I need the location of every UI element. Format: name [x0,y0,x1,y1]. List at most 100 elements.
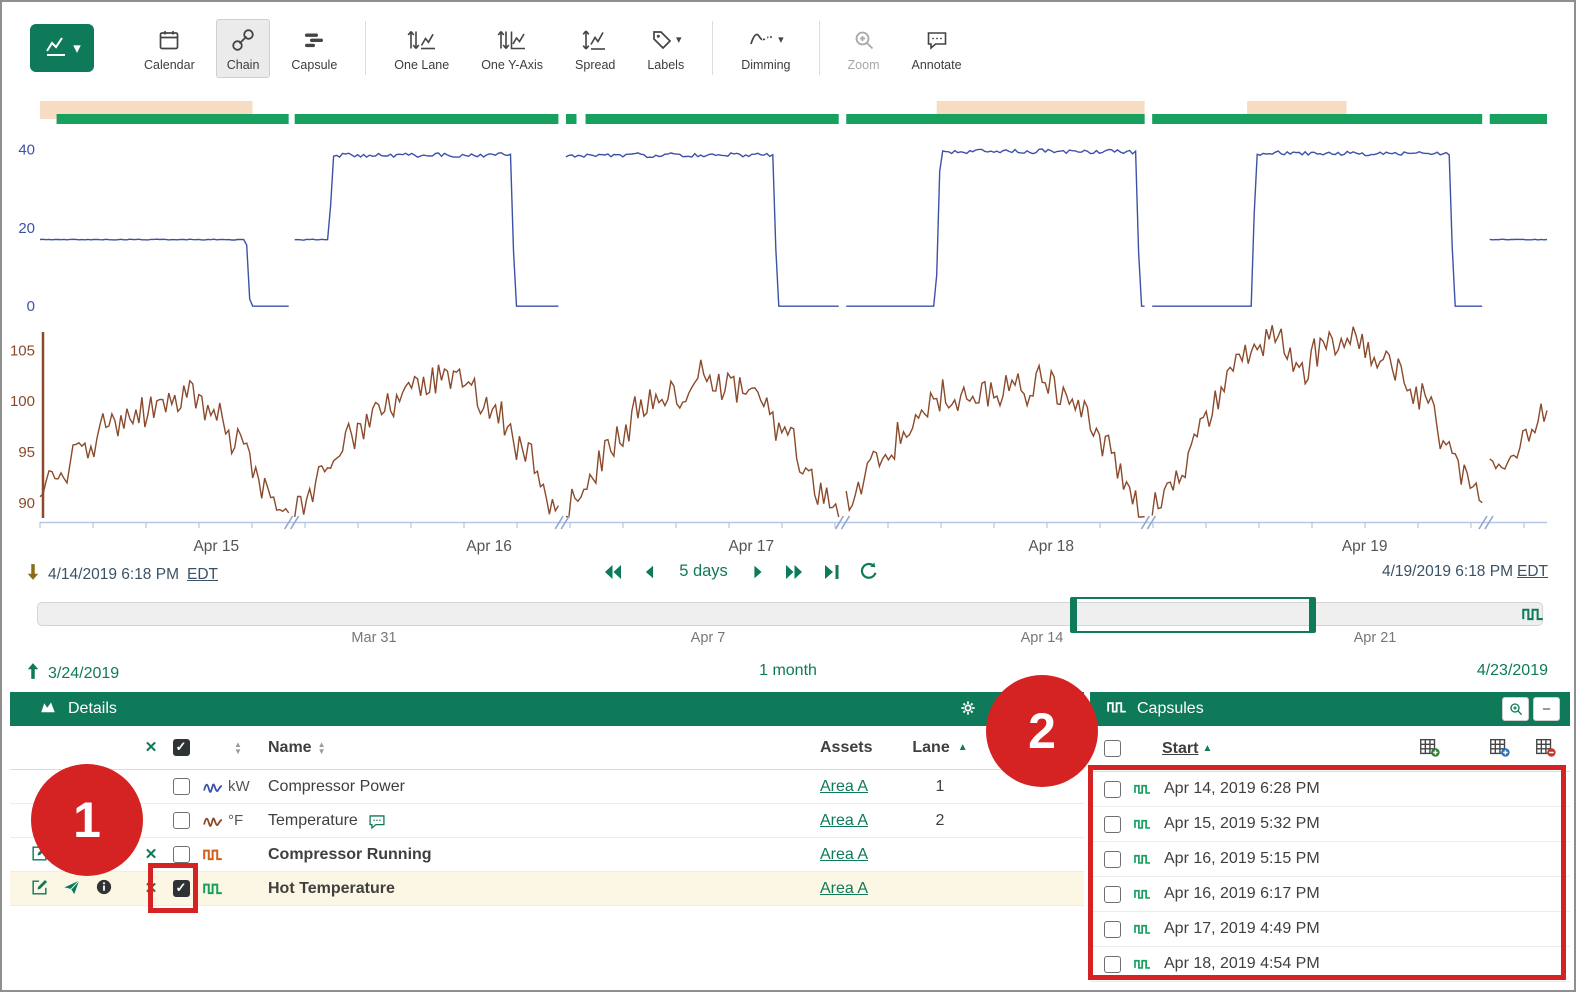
sort-both-icon: ▲▼ [234,741,242,755]
capsule-checkbox[interactable] [1090,781,1134,798]
row-checkbox[interactable] [164,812,198,829]
toolbar-spread-button[interactable]: Spread [564,19,626,78]
capsule-time-icon [302,27,326,53]
toolbar-annotate-button[interactable]: Annotate [901,19,973,78]
display-range-selector-handle[interactable] [1070,597,1316,633]
one-lane-icon [406,27,438,53]
overview-capsule-toggle-button[interactable] [1520,602,1546,626]
capsule-checkbox[interactable] [1090,886,1134,903]
display-range-duration[interactable]: 5 days [679,562,728,581]
step-back-half-button[interactable] [640,562,658,582]
capsule-icon [1134,957,1164,971]
sort-asc-icon: ▲ [1202,743,1212,754]
row-checkbox[interactable] [164,778,198,795]
item-name-with-annotation[interactable]: Temperature [268,812,820,830]
capsule-start-time: Apr 17, 2019 4:49 PM [1164,920,1570,938]
labels-tag-icon: ▾ [650,27,682,53]
capsule-row[interactable]: Apr 14, 2019 6:28 PM [1090,772,1570,807]
capsule-checkbox[interactable] [1090,956,1134,973]
overview-track[interactable] [37,602,1543,626]
seeq-workbench: ▾ Calendar Chain Capsule One Lane [0,0,1576,992]
toolbar-one-y-axis-button[interactable]: One Y-Axis [470,19,554,78]
capsule-row[interactable]: Apr 16, 2019 6:17 PM [1090,877,1570,912]
asset-link[interactable]: Area A [820,812,868,830]
item-name[interactable]: Compressor Running [268,846,820,864]
start-column-header[interactable]: Start [1162,740,1198,758]
capsules-zoom-button[interactable] [1502,697,1529,721]
sort-uom-header[interactable]: ▲▼ [228,741,268,755]
trend-chart-svg: 020409095100105Apr 15Apr 16Apr 17Apr 18A… [2,94,1576,556]
toolbar-chain-button[interactable]: Chain [216,19,271,78]
capsule-icon [1134,922,1164,936]
overview-tick-label: Apr 14 [1021,630,1064,646]
info-icon[interactable] [95,878,113,899]
asset-link[interactable]: Area A [820,880,868,898]
capsule-row[interactable]: Apr 15, 2019 5:32 PM [1090,807,1570,842]
step-back-full-button[interactable] [601,562,625,582]
details-row-hot-temperature[interactable]: ✕ Hot Temperature Area A [10,872,1084,906]
details-row-temperature[interactable]: °F Temperature Area A 2 [10,804,1084,838]
toolbar-labels-button[interactable]: ▾ Labels [636,19,695,78]
capsule-start-time: Apr 16, 2019 6:17 PM [1164,885,1570,903]
remove-item-button[interactable]: ✕ [145,847,158,862]
toolbar-one-lane-button[interactable]: One Lane [383,19,460,78]
capsule-icon [1134,852,1164,866]
step-forward-full-button[interactable] [782,562,806,582]
capsules-collapse-button[interactable]: − [1533,697,1560,721]
sort-both-icon: ▲▼ [318,741,326,755]
spread-icon [581,27,609,53]
details-row-compressor-power[interactable]: kW Compressor Power Area A 1 [10,770,1084,804]
step-forward-half-button[interactable] [749,562,767,582]
row-checkbox-hot-temperature[interactable] [164,880,198,897]
add-column-button[interactable] [1418,736,1440,761]
toolbar-dimming-button[interactable]: ▾ Dimming [730,19,801,78]
capsule-row[interactable]: Apr 16, 2019 5:15 PM [1090,842,1570,877]
signal-icon [198,813,228,829]
investigate-range-duration[interactable]: 1 month [2,662,1574,680]
chevron-down-icon: ▾ [73,39,81,57]
name-column-header[interactable]: Name ▲▼ [268,739,820,757]
timezone-link[interactable]: EDT [1517,563,1548,581]
chain-icon [231,27,255,53]
capsules-panel-title: Capsules [1137,700,1204,718]
toolbar-capsule-button[interactable]: Capsule [280,19,348,78]
capsule-row[interactable]: Apr 18, 2019 4:54 PM [1090,947,1570,982]
chevron-down-icon: ▾ [676,33,682,46]
annotation-step-2-badge: 2 [986,675,1098,787]
uom-label: kW [228,778,268,795]
remove-column-button[interactable] [1534,736,1556,761]
lane-number: 1 [900,778,980,796]
select-all-checkbox[interactable] [164,739,198,756]
toolbar-chain-label: Chain [227,58,260,72]
capsules-panel-header: Capsules − [1090,692,1570,726]
propel-item-button[interactable] [63,878,81,899]
capsule-checkbox[interactable] [1090,851,1134,868]
investigate-range-row: 3/24/2019 1 month 4/23/2019 [2,654,1574,690]
refresh-icon[interactable] [858,561,879,582]
remove-item-button[interactable]: ✕ [145,881,158,896]
details-settings-button[interactable] [958,698,978,721]
remove-all-column-header[interactable]: ✕ [138,740,164,755]
assets-column-header[interactable]: Assets [820,739,900,757]
edit-item-button[interactable] [30,878,49,900]
asset-link[interactable]: Area A [820,846,868,864]
details-panel-header: Details [10,692,1084,726]
capsule-row[interactable]: Apr 17, 2019 4:49 PM [1090,912,1570,947]
toolbar-separator [365,21,366,75]
capsule-checkbox[interactable] [1090,921,1134,938]
toolbar-calendar-button[interactable]: Calendar [133,19,206,78]
add-signal-column-button[interactable] [1488,736,1510,761]
row-checkbox[interactable] [164,846,198,863]
lane-column-header[interactable]: Lane ▲ [900,739,980,757]
capsule-checkbox[interactable] [1090,816,1134,833]
worksheet-view-menu-button[interactable]: ▾ [30,24,94,72]
details-row-compressor-running[interactable]: ✕ Compressor Running Area A [10,838,1084,872]
sort-asc-icon: ▲ [958,742,968,753]
trend-chart[interactable]: 020409095100105Apr 15Apr 16Apr 17Apr 18A… [2,94,1576,556]
step-to-end-button[interactable] [821,562,843,582]
annotation-bubble-icon[interactable] [368,813,386,829]
svg-text:Apr 16: Apr 16 [466,538,512,555]
item-name[interactable]: Hot Temperature [268,880,820,898]
display-range-end: 4/19/2019 6:18 PM EDT [1382,563,1548,581]
item-name[interactable]: Compressor Power [268,778,820,796]
